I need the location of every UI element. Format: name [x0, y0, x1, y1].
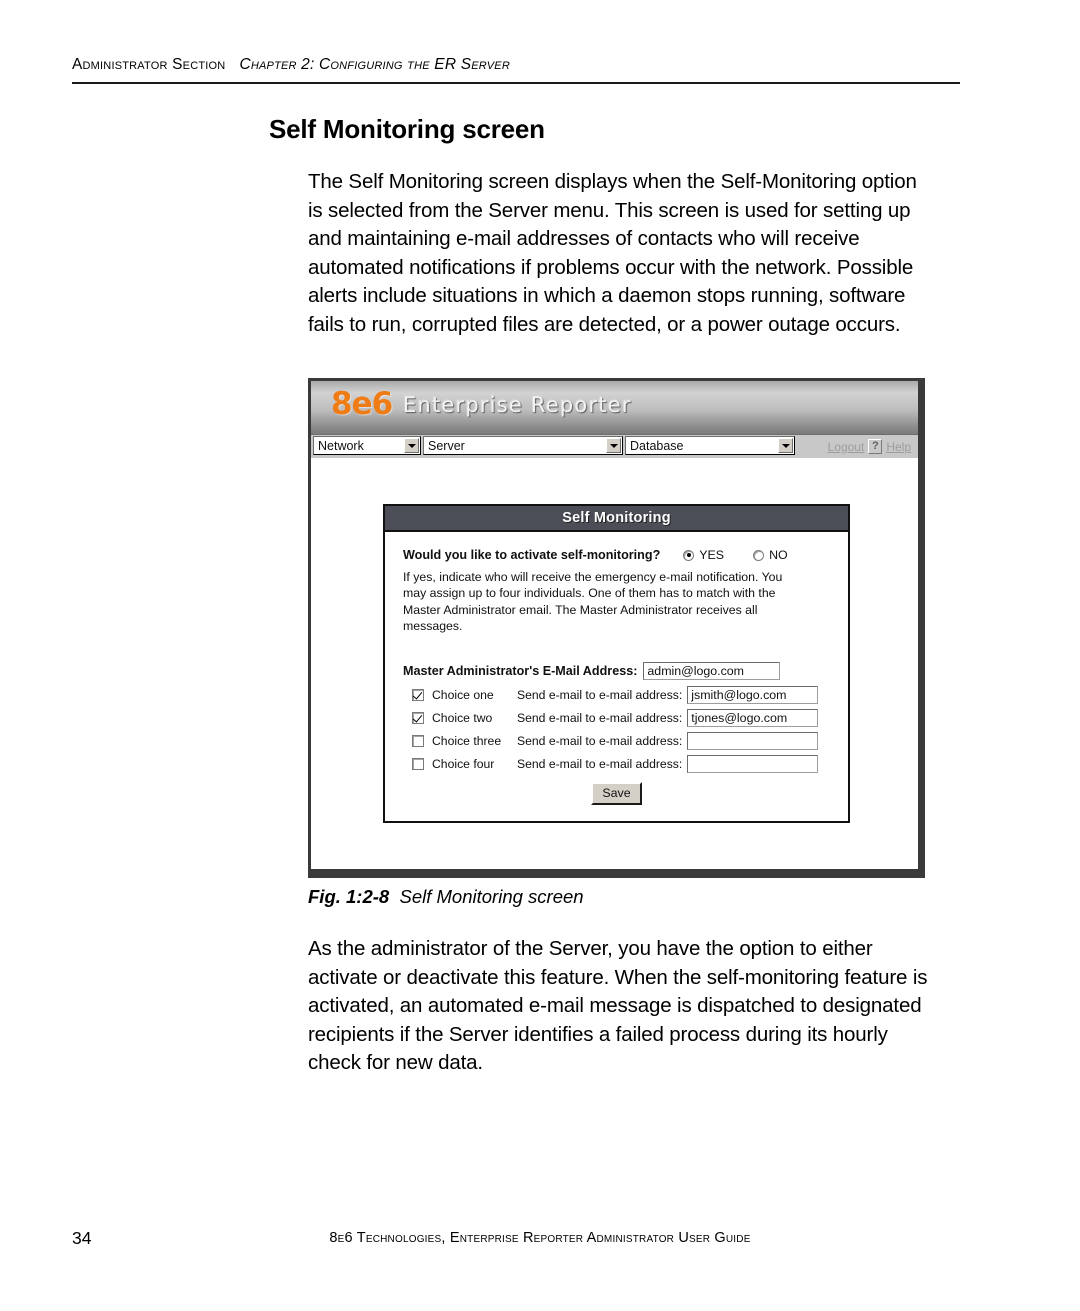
dropdown-database-value: Database	[630, 438, 684, 453]
page-title: Self Monitoring screen	[269, 114, 545, 144]
radio-yes-icon[interactable]	[683, 549, 695, 561]
choice-one-label: Choice one	[432, 688, 494, 703]
save-button[interactable]: Save	[591, 782, 642, 806]
choice-four-email-field[interactable]	[687, 755, 819, 774]
self-monitoring-panel: Self Monitoring Would you like to activa…	[383, 504, 850, 824]
choice-three-email-field[interactable]	[687, 732, 819, 751]
choice-row-four: Choice four Send e-mail to e-mail addres…	[403, 755, 830, 774]
after-figure-paragraph: As the administrator of the Server, you …	[308, 937, 928, 1075]
figure-caption-number: Fig. 1:2-8	[308, 886, 390, 907]
choice-row-one: Choice one Send e-mail to e-mail address…	[403, 686, 830, 705]
checkbox-choice-one[interactable]	[412, 689, 424, 702]
master-email-row: Master Administrator's E-Mail Address: a…	[403, 662, 830, 681]
dropdown-server[interactable]: Server	[423, 436, 623, 455]
figure-caption: Fig. 1:2-8 Self Monitoring screen	[308, 886, 584, 908]
help-link[interactable]: Help	[886, 440, 911, 454]
choice-two-send-label: Send e-mail to e-mail address:	[517, 711, 683, 726]
footer-guide-title: 8e6 Technologies, Enterprise Reporter Ad…	[329, 1230, 751, 1246]
chevron-down-icon[interactable]	[778, 438, 793, 453]
radio-no-label: NO	[769, 548, 788, 562]
header-divider-rule	[72, 82, 960, 84]
chevron-down-icon[interactable]	[404, 438, 419, 453]
panel-help-text: If yes, indicate who will receive the em…	[403, 570, 783, 633]
activate-question-label: Would you like to activate self-monitori…	[403, 548, 661, 562]
checkbox-choice-three[interactable]	[412, 735, 424, 748]
choice-row-two: Choice two Send e-mail to e-mail address…	[403, 709, 830, 728]
radio-yes-label: YES	[699, 548, 725, 562]
choice-four-send-label: Send e-mail to e-mail address:	[517, 757, 683, 772]
menubar-right-links: Logout ? Help	[796, 435, 918, 458]
app-menubar: Network Server Database Logout ? Help	[311, 435, 918, 459]
header-section-label: Administrator Section	[72, 56, 226, 73]
checkbox-choice-four[interactable]	[412, 758, 424, 771]
activate-radio-group: YES NO	[683, 548, 788, 562]
brand-logo-8e6: 8e6	[331, 386, 393, 422]
dropdown-network[interactable]: Network	[313, 436, 421, 455]
dropdown-network-value: Network	[318, 438, 364, 453]
chevron-down-icon[interactable]	[606, 438, 621, 453]
panel-title: Self Monitoring	[385, 506, 848, 532]
running-header: Administrator Section Chapter 2: Configur…	[72, 56, 960, 74]
choice-three-send-label: Send e-mail to e-mail address:	[517, 734, 683, 749]
app-banner: 8e6 Enterprise Reporter	[311, 381, 918, 435]
master-email-field[interactable]: admin@logo.com	[643, 662, 781, 681]
radio-no-icon[interactable]	[753, 549, 765, 561]
panel-body: Would you like to activate self-monitori…	[385, 532, 848, 821]
choice-one-send-label: Send e-mail to e-mail address:	[517, 688, 683, 703]
app-window: 8e6 Enterprise Reporter Network Server D…	[311, 381, 918, 869]
brand-name-label: Enterprise Reporter	[403, 393, 632, 417]
logout-link[interactable]: Logout	[828, 440, 865, 454]
dropdown-database[interactable]: Database	[625, 436, 795, 455]
radio-yes[interactable]: YES	[683, 548, 724, 562]
choice-two-email-field[interactable]: tjones@logo.com	[687, 709, 819, 728]
help-question-icon[interactable]: ?	[868, 439, 883, 454]
dropdown-server-value: Server	[428, 438, 465, 453]
radio-no[interactable]: NO	[753, 548, 788, 562]
choice-one-email-field[interactable]: jsmith@logo.com	[687, 686, 819, 705]
app-window-frame: 8e6 Enterprise Reporter Network Server D…	[308, 378, 925, 878]
activate-question-row: Would you like to activate self-monitori…	[403, 548, 830, 562]
master-email-label: Master Administrator's E-Mail Address:	[403, 664, 638, 679]
choice-three-label: Choice three	[432, 734, 502, 749]
checkbox-choice-two[interactable]	[412, 712, 424, 725]
header-chapter-label: Chapter 2: Configuring the ER Server	[239, 56, 510, 73]
app-content-area: Self Monitoring Would you like to activa…	[311, 458, 918, 869]
choice-two-label: Choice two	[432, 711, 493, 726]
figure-screenshot: 8e6 Enterprise Reporter Network Server D…	[308, 378, 925, 878]
intro-paragraph: The Self Monitoring screen displays when…	[308, 170, 917, 336]
choice-row-three: Choice three Send e-mail to e-mail addre…	[403, 732, 830, 751]
choice-four-label: Choice four	[432, 757, 495, 772]
figure-caption-text: Self Monitoring screen	[399, 886, 584, 907]
save-button-row: Save	[403, 782, 830, 806]
